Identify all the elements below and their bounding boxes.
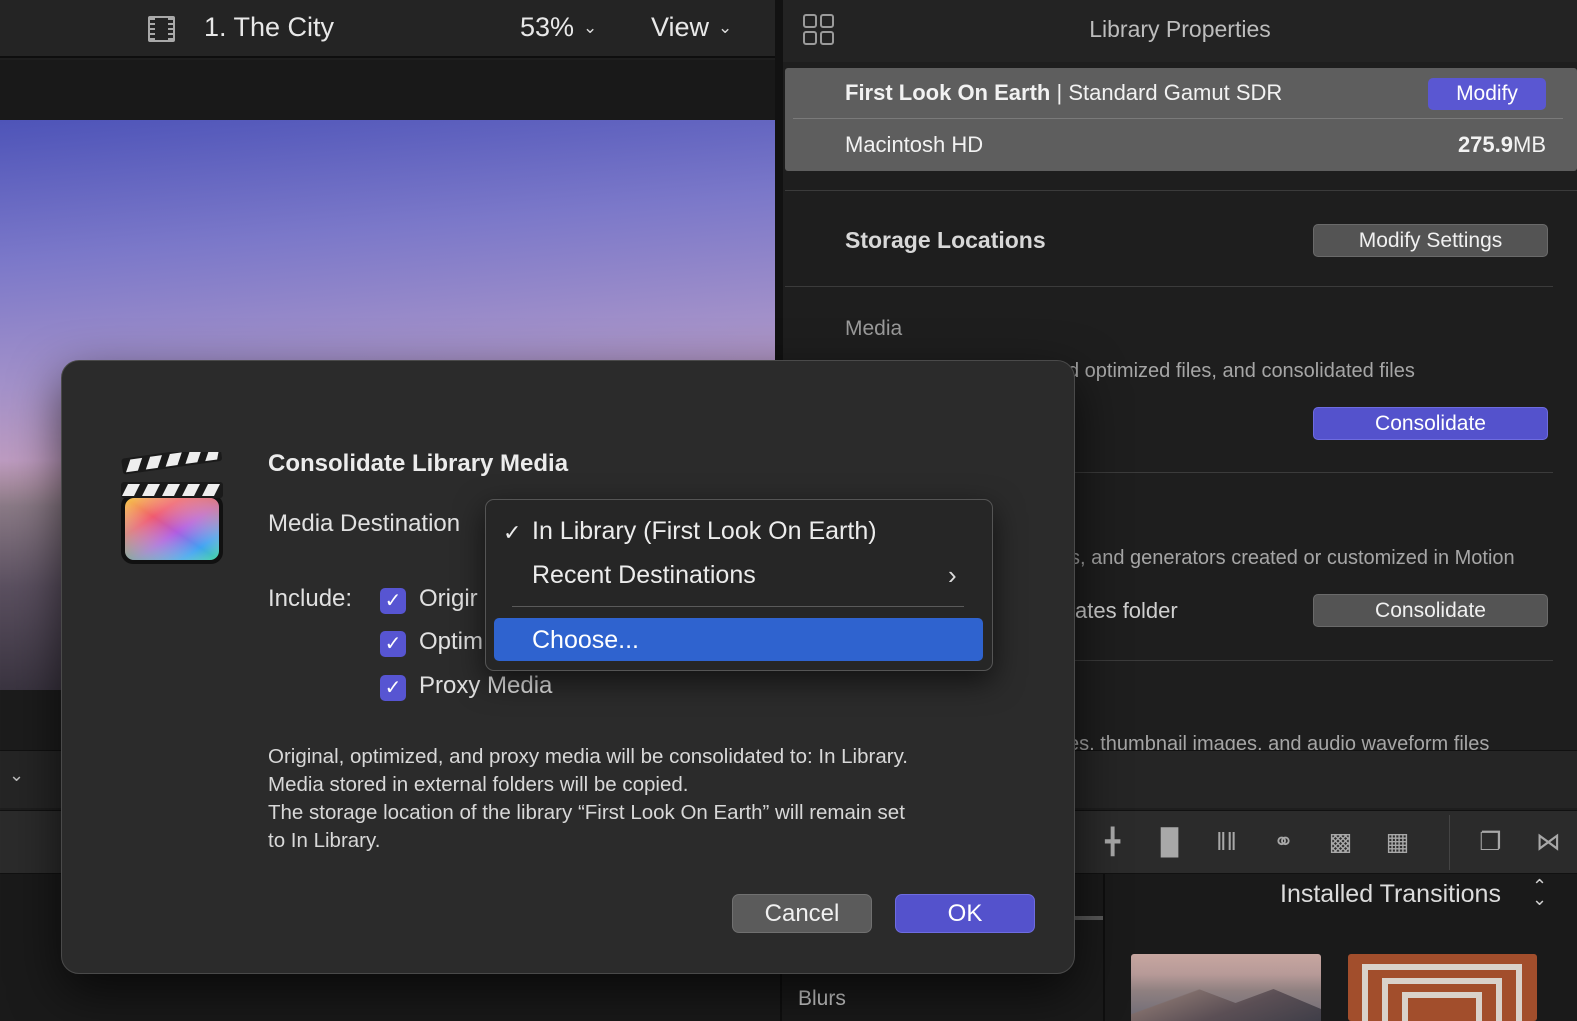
cancel-button[interactable]: Cancel <box>732 894 872 933</box>
library-name-row: First Look On Earth | Standard Gamut SDR <box>845 80 1282 106</box>
zoom-value: 53% <box>520 12 575 42</box>
dialog-description: Original, optimized, and proxy media wil… <box>268 743 1028 855</box>
dialog-title: Consolidate Library Media <box>268 450 569 477</box>
view-menu[interactable]: View ⌄ <box>651 12 732 43</box>
view-label: View <box>651 12 710 42</box>
browser-divider <box>1103 874 1105 1021</box>
media-section-label: Media <box>845 317 903 340</box>
menu-item-in-library[interactable]: In Library (First Look On Earth) <box>532 517 877 546</box>
waveform-icon[interactable]: ‖‖ <box>1198 824 1255 860</box>
snapping-icon[interactable]: ▩ <box>1312 824 1369 860</box>
city-skyline <box>0 460 70 690</box>
optimized-media-label[interactable]: Optim <box>419 628 483 656</box>
timeline-tools: ╋ ▐▌ ‖‖ ⚭ ▩ ▦ <box>1084 824 1426 860</box>
divider <box>1075 660 1553 661</box>
ok-button[interactable]: OK <box>895 894 1035 933</box>
description-line: The storage location of the library “Fir… <box>268 801 905 824</box>
chevron-right-icon: › <box>948 560 957 590</box>
final-cut-pro-icon <box>121 452 223 564</box>
modify-button[interactable]: Modify <box>1428 78 1546 110</box>
color-space: Standard Gamut SDR <box>1068 80 1283 105</box>
media-destination-label: Media Destination <box>268 510 461 537</box>
browser-toggle-icon[interactable]: ❐ <box>1462 824 1519 860</box>
storage-locations-title: Storage Locations <box>845 227 1046 253</box>
description-line: Media stored in external folders will be… <box>268 773 689 796</box>
size-unit: MB <box>1513 132 1546 157</box>
motion-content-description: s, and generators created or customized … <box>1070 547 1515 569</box>
menu-separator <box>512 606 964 607</box>
checkmark-icon: ✓ <box>503 520 522 545</box>
chevron-down-icon: ⌄ <box>583 18 598 37</box>
append-icon[interactable]: ╋ <box>1084 824 1141 860</box>
proxy-media-checkbox[interactable]: ✓ <box>380 675 406 701</box>
installed-transitions-menu[interactable]: Installed Transitions <box>1280 880 1501 909</box>
inspector-title: Library Properties <box>1089 16 1271 42</box>
consolidate-motion-button[interactable]: Consolidate <box>1313 594 1548 627</box>
transition-thumbnail[interactable] <box>1131 954 1321 1021</box>
description-line: to In Library. <box>268 829 381 852</box>
menu-item-recent-destinations[interactable]: Recent Destinations <box>532 561 756 590</box>
consolidate-media-button[interactable]: Consolidate <box>1313 407 1548 440</box>
original-media-checkbox[interactable]: ✓ <box>380 588 406 614</box>
toolbar-divider <box>1449 815 1450 870</box>
viewer-title: 1. The City <box>204 12 335 42</box>
scrollbar[interactable] <box>1075 916 1103 920</box>
headphones-icon[interactable]: ⚭ <box>1255 824 1312 860</box>
description-line: Original, optimized, and proxy media wil… <box>268 745 908 768</box>
size-value: 275.9 <box>1457 132 1513 157</box>
clip-appearance-icon[interactable]: ▦ <box>1369 824 1426 860</box>
zoom-menu[interactable]: 53% ⌄ <box>520 12 597 43</box>
updown-chevron-icon[interactable]: ⌃ ⌄ <box>1532 877 1547 908</box>
transitions-icon[interactable]: ⋈ <box>1520 824 1577 860</box>
divider <box>785 286 1553 287</box>
library-name: First Look On Earth <box>845 80 1051 105</box>
media-description: d optimized files, and consolidated file… <box>1068 360 1415 382</box>
divider <box>785 190 1577 191</box>
chevron-down-icon[interactable]: ⌄ <box>9 765 24 786</box>
viewer-top-bar <box>0 60 776 120</box>
menu-item-choose[interactable]: Choose... <box>532 626 639 655</box>
chevron-down-icon: ⌄ <box>718 18 733 37</box>
motion-content-location: ates folder <box>1075 598 1178 623</box>
proxy-media-label[interactable]: Proxy Media <box>419 672 552 700</box>
library-size: 275.9MB <box>1458 132 1546 158</box>
optimized-media-checkbox[interactable]: ✓ <box>380 631 406 657</box>
film-icon[interactable] <box>148 16 175 42</box>
cache-description: es, thumbnail images, and audio waveform… <box>1068 733 1490 750</box>
include-label: Include: <box>268 585 353 612</box>
divider <box>1075 472 1553 473</box>
divider <box>793 118 1563 119</box>
original-media-label[interactable]: Origir <box>419 585 478 613</box>
library-volume: Macintosh HD <box>845 132 984 157</box>
separator: | <box>1050 80 1069 105</box>
transition-thumbnail[interactable] <box>1348 954 1537 1021</box>
category-blurs[interactable]: Blurs <box>798 987 846 1011</box>
split-icon[interactable]: ▐▌ <box>1141 824 1198 860</box>
modify-settings-button[interactable]: Modify Settings <box>1313 224 1548 257</box>
frame-shape <box>1402 992 1482 1021</box>
